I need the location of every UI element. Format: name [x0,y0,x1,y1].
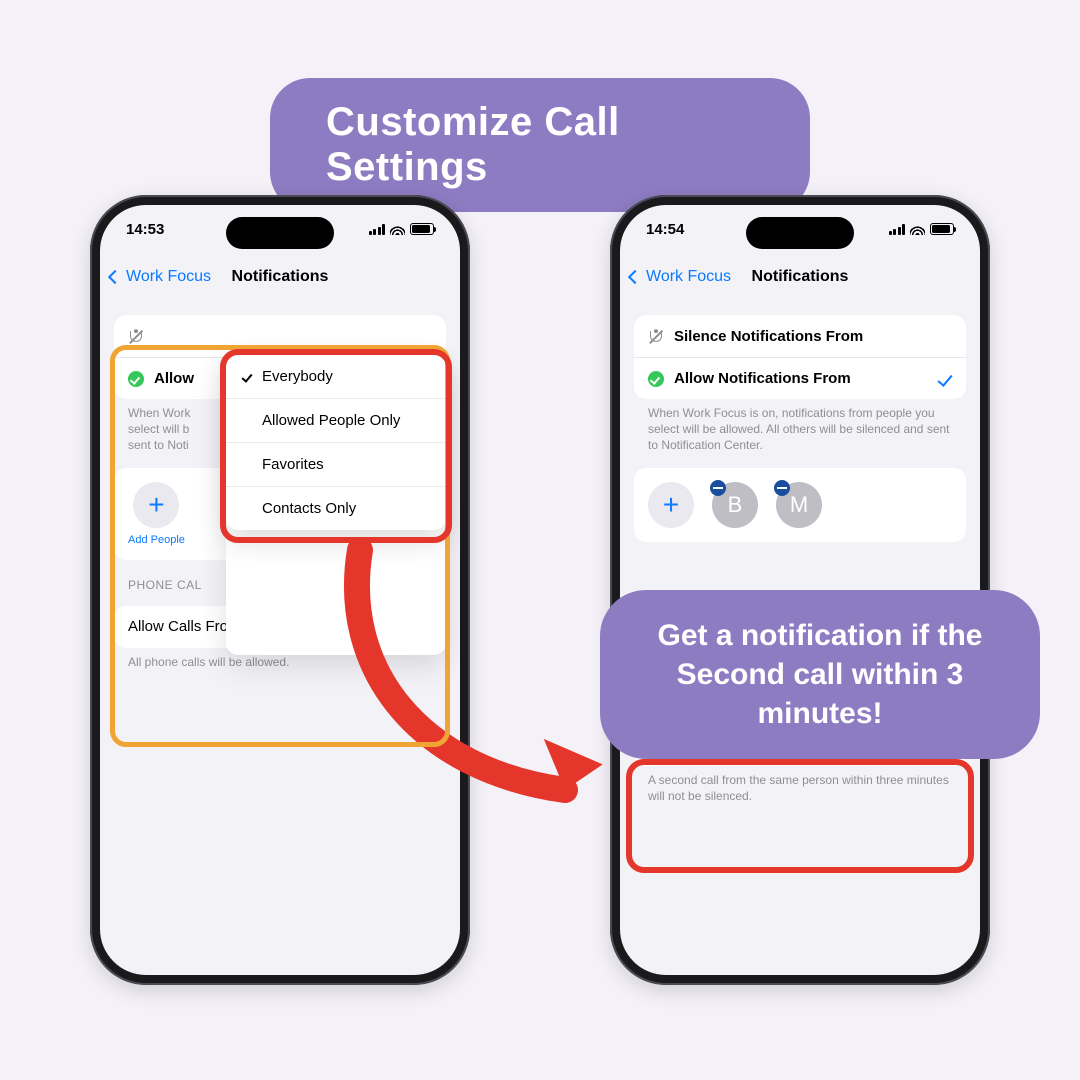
popover-item-contacts[interactable]: Contacts Only [226,486,446,530]
row-silence[interactable]: Silence Notifications From [634,315,966,357]
row-silence-label: Silence Notifications From [674,328,952,345]
chevron-left-icon [628,270,642,284]
row-silence[interactable]: x [114,315,446,357]
add-people-button[interactable]: + [648,482,694,528]
checkmark-icon [241,371,252,383]
dynamic-island [226,217,334,249]
wifi-icon [910,224,925,235]
screen-left: 14:53 Work Focus Notifications x [100,205,460,975]
avatar-initial: B [728,492,743,518]
clock: 14:54 [646,221,684,238]
avatar-initial: M [790,492,808,518]
check-badge-icon [648,371,664,387]
page-title: Customize Call Settings [270,78,810,212]
signal-icon [369,224,386,235]
status-icons [889,223,955,235]
nav-title: Notifications [752,268,849,286]
phone-left: 14:53 Work Focus Notifications x [90,195,470,985]
row-allow-label: Allow Notifications From [674,370,932,387]
popover-item-favorites[interactable]: Favorites [226,442,446,486]
people-avatar-m[interactable]: M [776,482,822,528]
popover-item-allowed[interactable]: Allowed People Only [226,398,446,442]
repeated-calls-caption: A second call from the same person withi… [634,766,966,804]
bell-mute-icon [128,328,144,344]
remove-icon[interactable] [710,480,726,496]
bell-mute-icon [648,328,664,344]
allow-calls-popover: Everybody Allowed People Only Favorites … [226,355,446,530]
allow-description: When Work Focus is on, notifications fro… [634,399,966,454]
popover-item-label: Contacts Only [262,500,356,517]
wifi-icon [390,224,405,235]
row-allow[interactable]: Allow Notifications From [634,357,966,399]
remove-icon[interactable] [774,480,790,496]
nav-title: Notifications [232,268,329,286]
nav-header: Work Focus Notifications [620,257,980,297]
avatar: M [776,482,822,528]
back-button[interactable]: Work Focus [110,268,211,286]
battery-icon [930,223,954,235]
popover-item-label: Allowed People Only [262,412,400,429]
callout: Get a notification if the Second call wi… [600,590,1040,759]
avatar: B [712,482,758,528]
back-button[interactable]: Work Focus [630,268,731,286]
signal-icon [889,224,906,235]
checkmark-icon [937,371,952,387]
dynamic-island [746,217,854,249]
check-badge-icon [128,371,144,387]
people-card: + B M [634,468,966,542]
battery-icon [410,223,434,235]
popover-item-label: Favorites [262,456,324,473]
plus-icon: + [648,482,694,528]
popover-item-label: Everybody [262,368,333,385]
add-people-label: Add People [128,534,185,546]
back-label: Work Focus [126,268,211,286]
notification-mode-group: Silence Notifications From Allow Notific… [634,315,966,399]
plus-icon: + [133,482,179,528]
clock: 14:53 [126,221,164,238]
status-icons [369,223,435,235]
popover-item-everybody[interactable]: Everybody [226,355,446,398]
people-avatar-b[interactable]: B [712,482,758,528]
add-people-button[interactable]: + Add People [128,482,185,546]
nav-header: Work Focus Notifications [100,257,460,297]
chevron-left-icon [108,270,122,284]
back-label: Work Focus [646,268,731,286]
